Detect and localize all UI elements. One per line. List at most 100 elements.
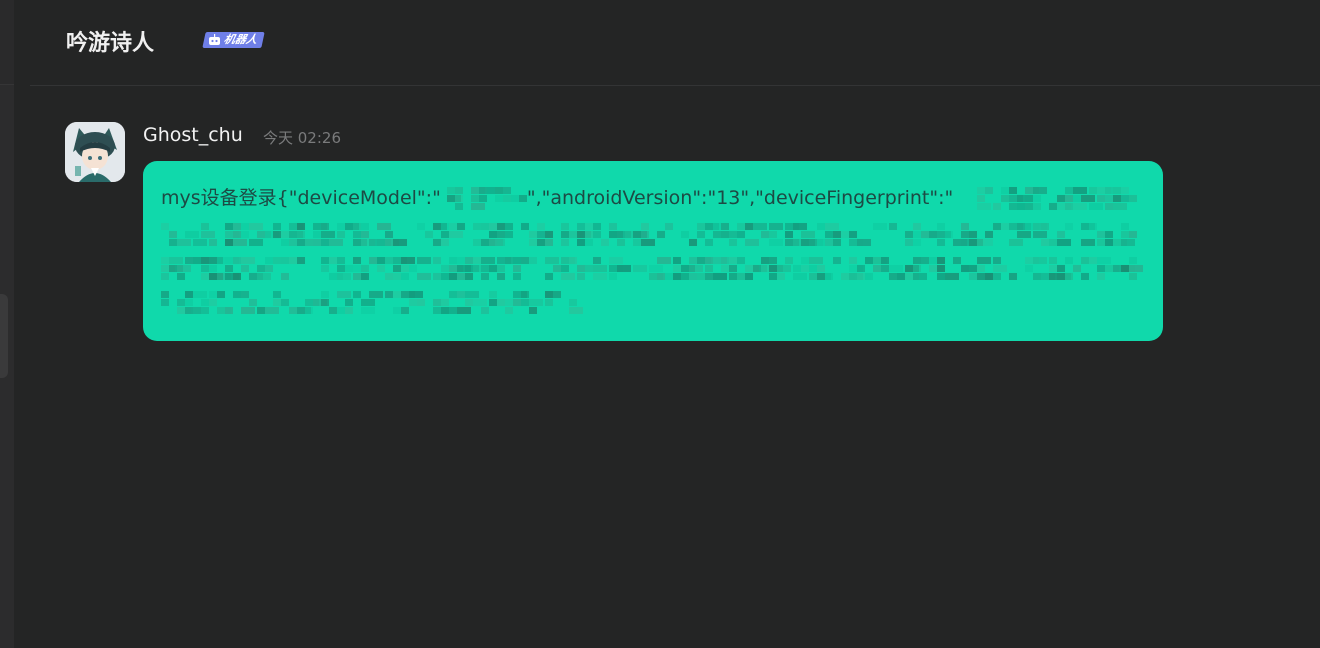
redaction-pixel: [825, 231, 833, 238]
redaction-pixel: [1065, 257, 1073, 264]
redaction-pixel: [369, 291, 383, 298]
redaction-pixel: [177, 239, 191, 246]
redaction-pixel: [297, 239, 305, 246]
redaction-pixel: [1041, 223, 1049, 230]
redaction-pixel: [649, 265, 663, 272]
redaction-pixel: [449, 273, 457, 280]
redaction-pixel: [473, 265, 481, 272]
message-author[interactable]: Ghost_chu: [143, 124, 243, 146]
redaction-pixel: [905, 239, 913, 246]
redaction-pixel: [545, 299, 553, 306]
panel-resize-handle[interactable]: [0, 294, 8, 378]
redaction-pixel: [617, 265, 631, 272]
redaction-pixel: [937, 223, 945, 230]
redaction-pixel: [281, 257, 289, 264]
redaction-pixel: [489, 291, 497, 298]
redaction-pixel: [585, 265, 593, 272]
redaction-pixel: [1105, 231, 1113, 238]
redaction-pixel: [513, 299, 521, 306]
redaction-pixel: [449, 291, 457, 298]
redaction-pixel: [393, 265, 401, 272]
redaction-pixel: [337, 223, 345, 230]
redaction-pixel: [705, 273, 713, 280]
redaction-pixel: [1105, 195, 1113, 202]
redaction-pixel: [1033, 231, 1047, 238]
redaction-pixel: [793, 223, 807, 230]
redaction-pixel: [665, 223, 673, 230]
redaction-pixel: [873, 223, 887, 230]
redaction-pixel: [817, 265, 825, 272]
redaction-pixel: [185, 231, 199, 238]
redaction-pixel: [985, 239, 993, 246]
redaction-pixel: [721, 265, 729, 272]
redaction-pixel: [225, 307, 233, 314]
redaction-pixel: [281, 231, 289, 238]
redaction-pixel: [289, 307, 297, 314]
redaction-pixel: [193, 307, 201, 314]
avatar[interactable]: [65, 122, 125, 182]
redaction-pixel: [1129, 265, 1143, 272]
redaction-pixel: [569, 257, 577, 264]
redaction-pixel: [449, 231, 463, 238]
redaction-pixel: [489, 223, 497, 230]
redaction-pixel: [1081, 257, 1089, 264]
redaction-pixel: [305, 307, 313, 314]
redaction-pixel: [345, 265, 353, 272]
message-text: mys设备登录{"deviceModel":" ","androidVersion…: [161, 183, 953, 210]
redaction-pixel: [409, 291, 423, 298]
redaction-pixel: [233, 231, 241, 238]
redaction-pixel: [833, 231, 841, 238]
redaction-pixel: [321, 291, 329, 298]
redaction-pixel: [417, 299, 425, 306]
redaction-pixel: [1121, 195, 1129, 202]
redaction-pixel: [521, 299, 529, 306]
redaction-pixel: [577, 223, 585, 230]
redaction-pixel: [1121, 239, 1135, 246]
redaction-pixel: [233, 239, 247, 246]
redaction-pixel: [641, 231, 649, 238]
redaction-pixel: [321, 231, 335, 238]
redaction-pixel: [161, 291, 169, 298]
redaction-pixel: [961, 239, 969, 246]
redaction-pixel: [321, 257, 329, 264]
redaction-pixel: [921, 231, 929, 238]
redaction-pixel: [801, 231, 815, 238]
redaction-pixel: [177, 265, 191, 272]
redaction-pixel: [161, 257, 169, 264]
redaction-pixel: [313, 231, 321, 238]
redaction-pixel: [177, 299, 185, 306]
redaction-pixel: [193, 257, 201, 264]
redaction-pixel: [321, 299, 329, 306]
redaction-pixel: [473, 257, 481, 264]
redaction-pixel: [201, 273, 209, 280]
redaction-pixel: [969, 231, 977, 238]
redaction-pixel: [705, 257, 713, 264]
left-panel-top: [0, 0, 14, 85]
message-text-part2: ","androidVersion":"13","deviceFingerpri…: [526, 187, 954, 209]
redaction-pixel: [537, 223, 545, 230]
redaction-pixel: [433, 273, 441, 280]
redaction-pixel: [353, 291, 361, 298]
redaction-pixel: [513, 257, 521, 264]
redaction-pixel: [1017, 195, 1025, 202]
redaction-pixel: [697, 273, 705, 280]
redaction-pixel: [345, 299, 353, 306]
redaction-pixel: [881, 257, 889, 264]
redaction-pixel: [481, 257, 495, 264]
redaction-pixel: [801, 265, 809, 272]
redaction-pixel: [913, 257, 921, 264]
redaction-pixel: [337, 231, 345, 238]
redaction-pixel: [297, 257, 305, 264]
redaction-pixel: [809, 265, 817, 272]
redaction-pixel: [447, 187, 455, 194]
redaction-pixel: [1065, 203, 1073, 210]
redaction-pixel: [1129, 257, 1137, 264]
redaction-pixel: [729, 257, 737, 264]
redaction-pixel: [713, 223, 721, 230]
redaction-pixel: [993, 265, 1007, 272]
redaction-pixel: [455, 195, 463, 202]
redaction-pixel: [545, 239, 553, 246]
redaction-pixel: [689, 273, 697, 280]
redaction-pixel: [185, 257, 193, 264]
redaction-pixel: [745, 239, 759, 246]
